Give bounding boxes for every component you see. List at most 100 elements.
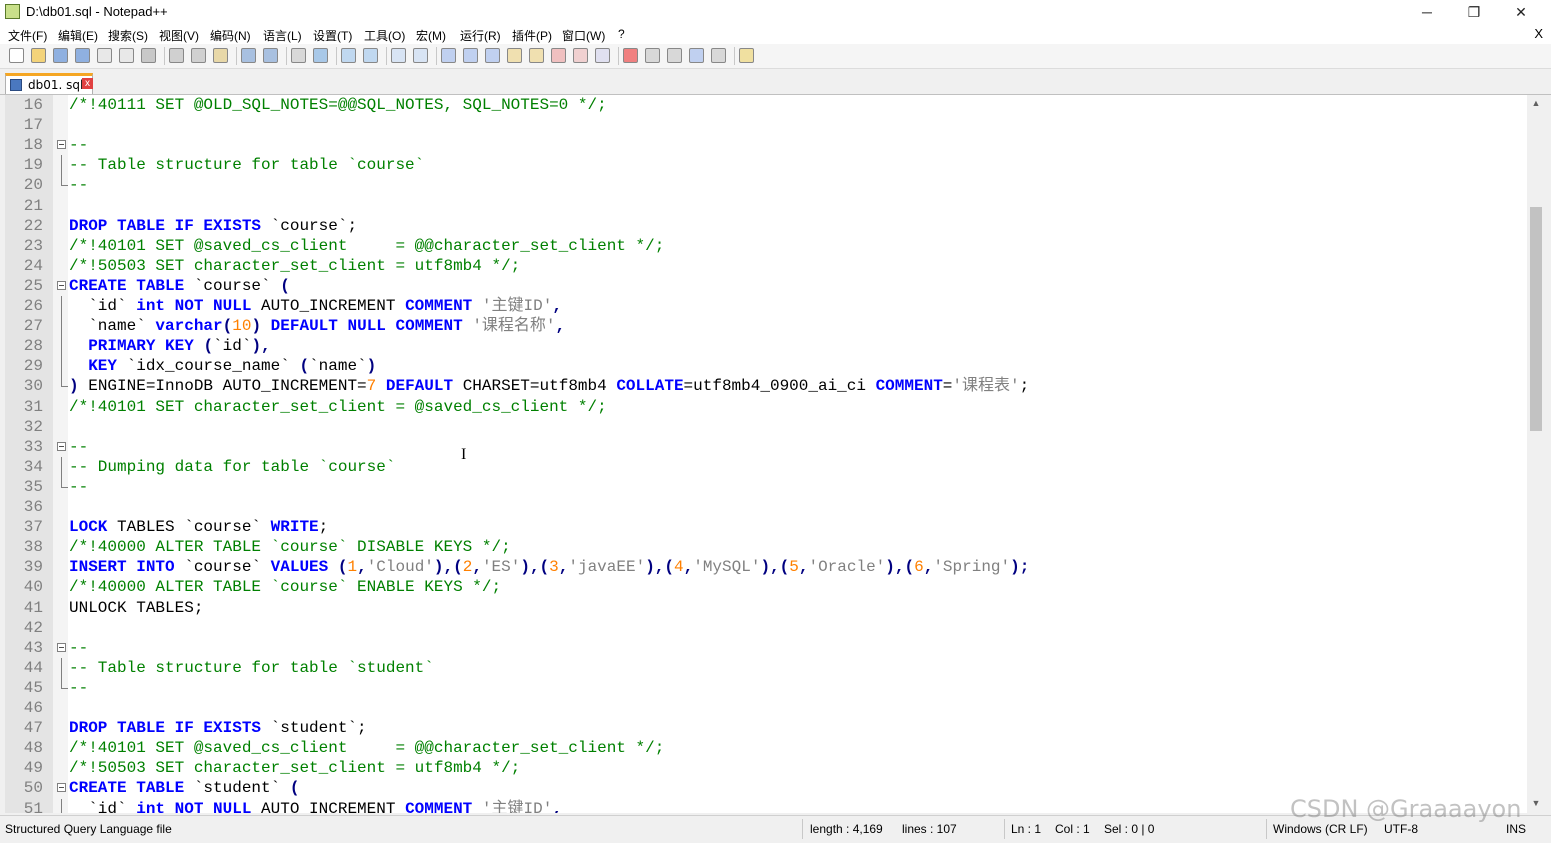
code-line[interactable]: 27 `name` varchar(10) DEFAULT NULL COMME… (5, 316, 1527, 337)
indent-guide-icon[interactable] (485, 48, 500, 63)
code-line[interactable]: 24 /*!50503 SET character_set_client = ut… (5, 256, 1527, 276)
code-line[interactable]: 40 /*!40000 ALTER TABLE `course` ENABLE K… (5, 577, 1527, 597)
menu-file[interactable]: 文件(F) (8, 27, 47, 44)
replace-icon[interactable] (313, 48, 328, 63)
code-line[interactable]: 41 UNLOCK TABLES; (5, 598, 1527, 618)
code-line[interactable]: 44 -- Table structure for table `student` (5, 657, 1527, 678)
menu-settings[interactable]: 设置(T) (313, 27, 352, 44)
scroll-up-arrow-icon[interactable]: ▲ (1531, 98, 1541, 108)
run-macro-multiple-icon[interactable] (689, 48, 704, 63)
menu-window[interactable]: 窗口(W) (562, 27, 605, 44)
menu-run[interactable]: 运行(R) (460, 27, 501, 44)
code-line[interactable]: 25 CREATE TABLE `course` ( (5, 276, 1527, 296)
save-icon[interactable] (53, 48, 68, 63)
close-all-icon[interactable] (119, 48, 134, 63)
code-line[interactable]: 28 PRIMARY KEY (`id`), (5, 336, 1527, 357)
user-language-icon[interactable] (507, 48, 522, 63)
code-line[interactable]: 49 /*!50503 SET character_set_client = ut… (5, 758, 1527, 778)
vertical-scrollbar[interactable]: ▲ ▼ (1527, 95, 1545, 813)
menu-macro[interactable]: 宏(M) (416, 27, 446, 44)
sync-vertical-icon[interactable] (391, 48, 406, 63)
print-icon[interactable] (141, 48, 156, 63)
scrollbar-thumb[interactable] (1530, 207, 1542, 431)
code-editor[interactable]: 16/*!40111 SET @OLD_SQL_NOTES=@@SQL_NOTE… (5, 95, 1527, 813)
paste-icon[interactable] (213, 48, 228, 63)
find-icon[interactable] (291, 48, 306, 63)
menu-encoding[interactable]: 编码(N) (210, 27, 251, 44)
function-list-icon[interactable] (551, 48, 566, 63)
tab-close-icon[interactable]: x (82, 78, 93, 89)
code-line[interactable]: 30) ENGINE=InnoDB AUTO_INCREMENT=7 DEFAU… (5, 376, 1527, 396)
save-macro-icon[interactable] (711, 48, 726, 63)
code-line[interactable]: 36 (5, 497, 1527, 517)
cut-icon[interactable] (169, 48, 184, 63)
fold-toggle-icon[interactable] (57, 280, 66, 290)
menu-help[interactable]: ? (618, 27, 625, 41)
menu-language[interactable]: 语言(L) (263, 27, 302, 44)
code-line[interactable]: 23 /*!40101 SET @saved_cs_client = @@char… (5, 236, 1527, 256)
menu-edit[interactable]: 编辑(E) (58, 27, 98, 44)
code-line[interactable]: 37 LOCK TABLES `course` WRITE; (5, 517, 1527, 537)
code-line[interactable]: 43 -- (5, 638, 1527, 658)
save-all-icon[interactable] (75, 48, 90, 63)
code-line[interactable]: 18 -- (5, 135, 1527, 155)
close-window-button[interactable]: ✕ (1498, 0, 1544, 24)
sync-horizontal-icon[interactable] (413, 48, 428, 63)
code-line[interactable]: 29 KEY `idx_course_name` (`name`) (5, 356, 1527, 377)
code-line[interactable]: 31 /*!40101 SET character_set_client = @s… (5, 397, 1527, 417)
code-line[interactable]: 35 -- (5, 476, 1527, 497)
scroll-down-arrow-icon[interactable]: ▼ (1531, 798, 1541, 808)
code-line[interactable]: 48 /*!40101 SET @saved_cs_client = @@char… (5, 738, 1527, 758)
fold-toggle-icon[interactable] (57, 783, 66, 793)
zoom-in-icon[interactable] (341, 48, 356, 63)
play-macro-icon[interactable] (667, 48, 682, 63)
code-token: 1 (347, 558, 358, 577)
code-line[interactable]: 22 DROP TABLE IF EXISTS `course`; (5, 216, 1527, 236)
code-token: `id` (213, 337, 252, 356)
code-line[interactable]: 42 (5, 618, 1527, 638)
line-number: 41 (23, 598, 43, 617)
menu-tools[interactable]: 工具(O) (364, 27, 405, 44)
code-line[interactable]: 20 -- (5, 175, 1527, 195)
open-file-icon[interactable] (31, 48, 46, 63)
fold-toggle-icon[interactable] (57, 441, 66, 451)
code-text: CREATE TABLE `student` ( (69, 778, 299, 798)
code-line[interactable]: 26 `id` int NOT NULL AUTO_INCREMENT COMM… (5, 296, 1527, 317)
menu-search[interactable]: 搜索(S) (108, 27, 148, 44)
code-line[interactable]: 38 /*!40000 ALTER TABLE `course` DISABLE … (5, 537, 1527, 557)
stop-record-icon[interactable] (645, 48, 660, 63)
copy-icon[interactable] (191, 48, 206, 63)
undo-icon[interactable] (241, 48, 256, 63)
code-line[interactable]: 34 -- Dumping data for table `course` (5, 456, 1527, 477)
fold-toggle-icon[interactable] (57, 642, 66, 652)
plugin-icon[interactable] (739, 48, 754, 63)
folder-as-workspace-icon[interactable] (573, 48, 588, 63)
menu-view[interactable]: 视图(V) (159, 27, 199, 44)
new-file-icon[interactable] (9, 48, 24, 63)
code-line[interactable]: 39 INSERT INTO `course` VALUES (1,'Cloud'… (5, 557, 1527, 577)
code-line[interactable]: 17 (5, 115, 1527, 135)
code-line[interactable]: 46 (5, 698, 1527, 718)
menu-plugins[interactable]: 插件(P) (512, 27, 552, 44)
restore-button[interactable]: ❐ (1451, 0, 1497, 24)
record-macro-icon[interactable] (623, 48, 638, 63)
code-line[interactable]: 32 (5, 417, 1527, 437)
code-line[interactable]: 19 -- Table structure for table `course` (5, 155, 1527, 176)
redo-icon[interactable] (263, 48, 278, 63)
tab-db01-sql[interactable]: db01. sql x (5, 73, 93, 94)
close-document-button[interactable]: X (1534, 26, 1543, 41)
code-line[interactable]: 21 (5, 196, 1527, 216)
doc-map-icon[interactable] (529, 48, 544, 63)
word-wrap-icon[interactable] (441, 48, 456, 63)
code-text: KEY `idx_course_name` (`name`) (69, 356, 376, 376)
zoom-out-icon[interactable] (363, 48, 378, 63)
monitor-icon[interactable] (595, 48, 610, 63)
code-line[interactable]: 45 -- (5, 677, 1527, 698)
fold-toggle-icon[interactable] (57, 140, 66, 150)
minimize-button[interactable]: ─ (1404, 0, 1450, 24)
code-line[interactable]: 16 /*!40111 SET @OLD_SQL_NOTES=@@SQL_NOTE… (5, 95, 1527, 115)
code-line[interactable]: 33 -- (5, 437, 1527, 457)
code-line[interactable]: 47 DROP TABLE IF EXISTS `student`; (5, 718, 1527, 738)
close-icon[interactable] (97, 48, 112, 63)
show-all-chars-icon[interactable] (463, 48, 478, 63)
